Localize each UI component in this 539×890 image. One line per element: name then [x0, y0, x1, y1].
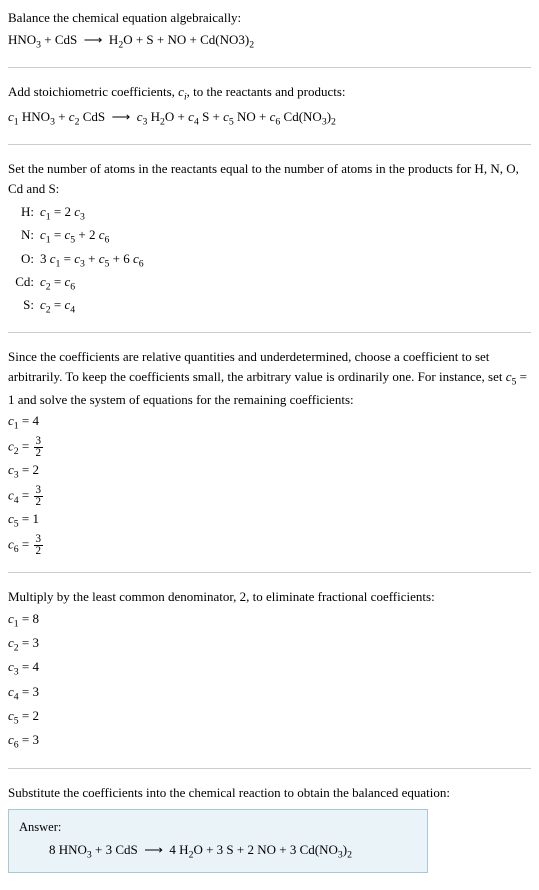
atom-eq: c1 = 2 c3	[40, 202, 85, 225]
atom-label: H:	[12, 202, 40, 222]
coeff-line: c6 = 32	[8, 534, 531, 558]
balanced-equation: 8 HNO3 + 3 CdS ⟶ 4 H2O + 3 S + 2 NO + 3 …	[19, 840, 417, 863]
section-fractional-solution: Since the coefficients are relative quan…	[8, 347, 531, 573]
coeff-line: c5 = 1	[8, 509, 531, 532]
coeff-line: c3 = 4	[8, 657, 531, 680]
atom-label: O:	[12, 249, 40, 269]
fractional-intro: Since the coefficients are relative quan…	[8, 347, 531, 409]
unbalanced-equation: HNO3 + CdS ⟶ H2O + S + NO + Cd(NO3)2	[8, 30, 531, 53]
fractional-coeffs: c1 = 4 c2 = 32 c3 = 2 c4 = 32 c5 = 1 c6 …	[8, 411, 531, 557]
atom-row: S: c2 = c4	[12, 295, 531, 318]
coeff-line: c4 = 3	[8, 682, 531, 705]
atom-eq: c1 = c5 + 2 c6	[40, 225, 109, 248]
coeff-line: c2 = 32	[8, 436, 531, 460]
atom-balance-table: H: c1 = 2 c3 N: c1 = c5 + 2 c6 O: 3 c1 =…	[12, 202, 531, 318]
atom-row: O: 3 c1 = c3 + c5 + 6 c6	[12, 249, 531, 272]
coeff-line: c6 = 3	[8, 730, 531, 753]
atom-row: Cd: c2 = c6	[12, 272, 531, 295]
section-answer: Substitute the coefficients into the che…	[8, 783, 531, 872]
coeff-line: c3 = 2	[8, 460, 531, 483]
atom-eq: c2 = c6	[40, 272, 75, 295]
atom-label: S:	[12, 295, 40, 315]
section-add-coeffs: Add stoichiometric coefficients, ci, to …	[8, 82, 531, 145]
atom-balance-intro: Set the number of atoms in the reactants…	[8, 159, 531, 198]
coeff-line: c1 = 4	[8, 411, 531, 434]
atom-row: N: c1 = c5 + 2 c6	[12, 225, 531, 248]
problem-statement: Balance the chemical equation algebraica…	[8, 8, 531, 28]
atom-eq: 3 c1 = c3 + c5 + 6 c6	[40, 249, 144, 272]
integer-coeffs: c1 = 8 c2 = 3 c3 = 4 c4 = 3 c5 = 2 c6 = …	[8, 609, 531, 753]
atom-row: H: c1 = 2 c3	[12, 202, 531, 225]
coeff-line: c1 = 8	[8, 609, 531, 632]
atom-label: Cd:	[12, 272, 40, 292]
answer-box: Answer: 8 HNO3 + 3 CdS ⟶ 4 H2O + 3 S + 2…	[8, 809, 428, 873]
section-integer-solution: Multiply by the least common denominator…	[8, 587, 531, 769]
section-problem: Balance the chemical equation algebraica…	[8, 8, 531, 68]
answer-intro: Substitute the coefficients into the che…	[8, 783, 531, 803]
answer-label: Answer:	[19, 818, 417, 837]
integer-intro: Multiply by the least common denominator…	[8, 587, 531, 607]
coeff-line: c4 = 32	[8, 485, 531, 509]
atom-label: N:	[12, 225, 40, 245]
coeff-line: c2 = 3	[8, 633, 531, 656]
coeff-line: c5 = 2	[8, 706, 531, 729]
equation-with-coeffs: c1 HNO3 + c2 CdS ⟶ c3 H2O + c4 S + c5 NO…	[8, 107, 531, 130]
atom-eq: c2 = c4	[40, 295, 75, 318]
section-atom-balance: Set the number of atoms in the reactants…	[8, 159, 531, 333]
add-coeffs-text: Add stoichiometric coefficients, ci, to …	[8, 82, 531, 105]
